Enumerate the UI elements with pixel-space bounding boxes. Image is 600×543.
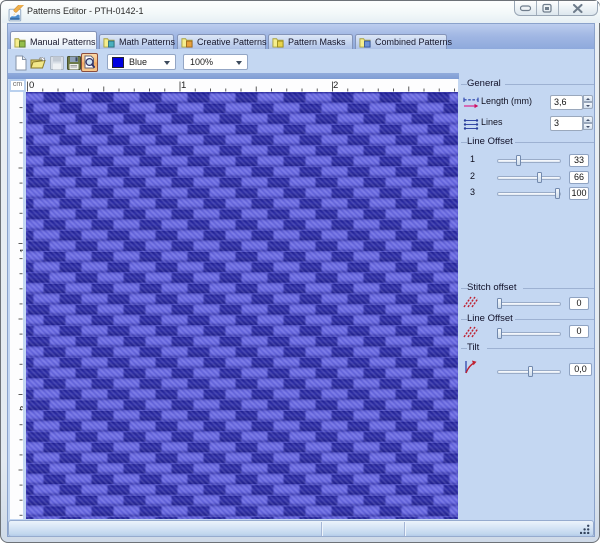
svg-text:1: 1 — [19, 248, 24, 253]
svg-text:1: 1 — [181, 80, 186, 91]
svg-text:2: 2 — [333, 80, 338, 91]
svg-text:0: 0 — [29, 80, 34, 91]
svg-text:2: 2 — [19, 406, 24, 411]
